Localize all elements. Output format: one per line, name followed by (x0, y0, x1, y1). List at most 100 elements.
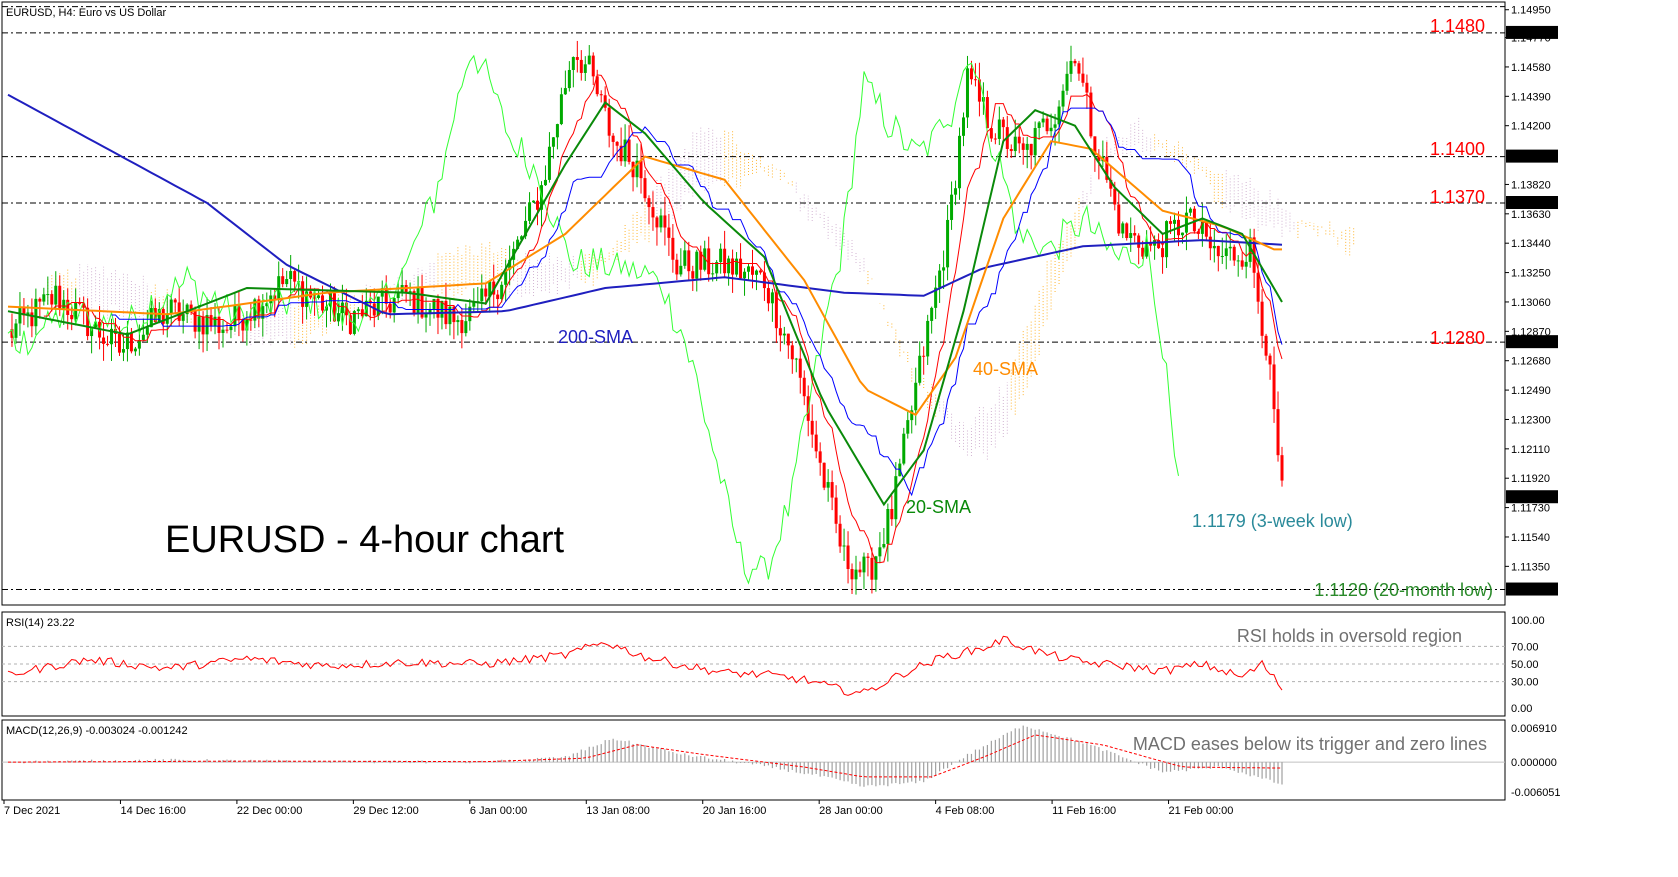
bull-candle (289, 271, 293, 280)
bull-candle (794, 358, 798, 360)
bull-candle (942, 267, 946, 271)
bear-candle (1208, 236, 1212, 249)
chart-header: EURUSD, H4: Euro vs US Dollar (6, 7, 166, 19)
bull-candle (376, 296, 380, 316)
bull-candle (547, 146, 551, 180)
bear-candle (536, 200, 540, 210)
bull-candle (918, 355, 922, 383)
bull-candle (285, 279, 289, 285)
bear-candle (1045, 118, 1049, 132)
y-tick-label: 1.14390 (1511, 91, 1551, 103)
bear-candle (671, 237, 675, 260)
bull-candle (906, 420, 910, 434)
y-tick-label: 1.11350 (1511, 561, 1550, 573)
bull-candle (432, 298, 436, 309)
bear-candle (1260, 301, 1264, 336)
bull-candle (938, 270, 942, 288)
bear-candle (647, 198, 651, 208)
bear-candle (846, 545, 850, 570)
bear-candle (579, 59, 583, 73)
bull-candle (1236, 260, 1240, 262)
bull-candle (894, 476, 898, 520)
bull-candle (555, 124, 559, 138)
rsi-annotation: RSI holds in oversold region (1237, 626, 1462, 646)
bear-candle (1280, 455, 1284, 481)
bear-candle (193, 310, 197, 332)
bear-candle (973, 79, 977, 81)
bull-candle (197, 316, 201, 332)
bear-candle (818, 451, 822, 463)
x-tick-label: 21 Feb 00:00 (1169, 805, 1234, 817)
bear-candle (281, 276, 285, 285)
bear-candle (321, 295, 325, 311)
rsi-tick-label: 50.00 (1511, 659, 1539, 671)
low-label: 1.1179 (3-week low) (1192, 511, 1353, 531)
bull-candle (340, 302, 344, 314)
bull-candle (842, 545, 846, 547)
bear-candle (850, 569, 854, 580)
x-tick-label: 7 Dec 2021 (4, 805, 60, 817)
x-tick-label: 13 Jan 08:00 (586, 805, 650, 817)
bear-candle (1137, 235, 1141, 248)
bull-candle (121, 349, 125, 353)
bear-candle (993, 138, 997, 140)
level-label-1280: 1.1280 (1430, 328, 1485, 348)
chart-title: EURUSD - 4-hour chart (165, 519, 565, 561)
y-tick-label: 1.12490 (1511, 385, 1551, 397)
bull-candle (1220, 256, 1224, 258)
bull-candle (950, 194, 954, 220)
bear-candle (38, 298, 42, 302)
bull-candle (587, 55, 591, 65)
bear-candle (643, 178, 647, 199)
bull-candle (14, 323, 18, 338)
bull-candle (356, 309, 360, 312)
bull-candle (826, 482, 830, 488)
price-tag-label: 1.11200 (1509, 585, 1548, 597)
bear-candle (1232, 246, 1236, 261)
bull-candle (1053, 124, 1057, 128)
bull-candle (1033, 128, 1037, 156)
bull-candle (695, 251, 699, 279)
bull-candle (1041, 118, 1045, 123)
bear-candle (822, 462, 826, 488)
bear-candle (1216, 245, 1220, 257)
bull-candle (46, 294, 50, 296)
bear-candle (1256, 272, 1260, 302)
bull-candle (1025, 143, 1029, 150)
bear-candle (814, 434, 818, 452)
bull-candle (997, 119, 1001, 139)
bull-candle (770, 292, 774, 304)
y-tick-label: 1.14950 (1511, 5, 1551, 17)
bear-candle (1133, 233, 1137, 236)
y-tick-label: 1.13820 (1511, 179, 1551, 191)
bear-candle (655, 217, 659, 228)
bear-candle (484, 288, 488, 297)
bull-candle (551, 137, 555, 147)
y-tick-label: 1.12680 (1511, 356, 1551, 368)
bull-candle (229, 326, 233, 331)
macd-tick-label: 0.006910 (1511, 723, 1557, 735)
rsi-tick-label: 70.00 (1511, 641, 1539, 653)
x-tick-label: 14 Dec 16:00 (120, 805, 185, 817)
bear-candle (591, 55, 595, 77)
y-tick-label: 1.13440 (1511, 238, 1551, 250)
bear-candle (1017, 136, 1021, 144)
bull-candle (1013, 136, 1017, 152)
y-tick-label: 1.11540 (1511, 532, 1550, 544)
y-tick-label: 1.13630 (1511, 209, 1551, 221)
price-chart: 1.149501.147701.145801.143901.142001.138… (1, 1, 1561, 817)
bull-candle (754, 270, 758, 275)
bear-candle (890, 508, 894, 520)
bear-candle (790, 345, 794, 360)
macd-header: MACD(12,26,9) -0.003024 -0.001242 (6, 725, 188, 737)
bear-candle (1240, 260, 1244, 267)
price-tag-label: 1.13700 (1509, 198, 1549, 210)
bull-candle (1121, 223, 1125, 234)
x-tick-label: 29 Dec 12:00 (353, 805, 418, 817)
bull-candle (683, 250, 687, 266)
y-tick-label: 1.12300 (1511, 414, 1551, 426)
bear-candle (1117, 204, 1121, 234)
y-tick-label: 1.14580 (1511, 62, 1551, 74)
price-tag-label: 1.12800 (1509, 337, 1549, 349)
bear-candle (1081, 73, 1085, 83)
